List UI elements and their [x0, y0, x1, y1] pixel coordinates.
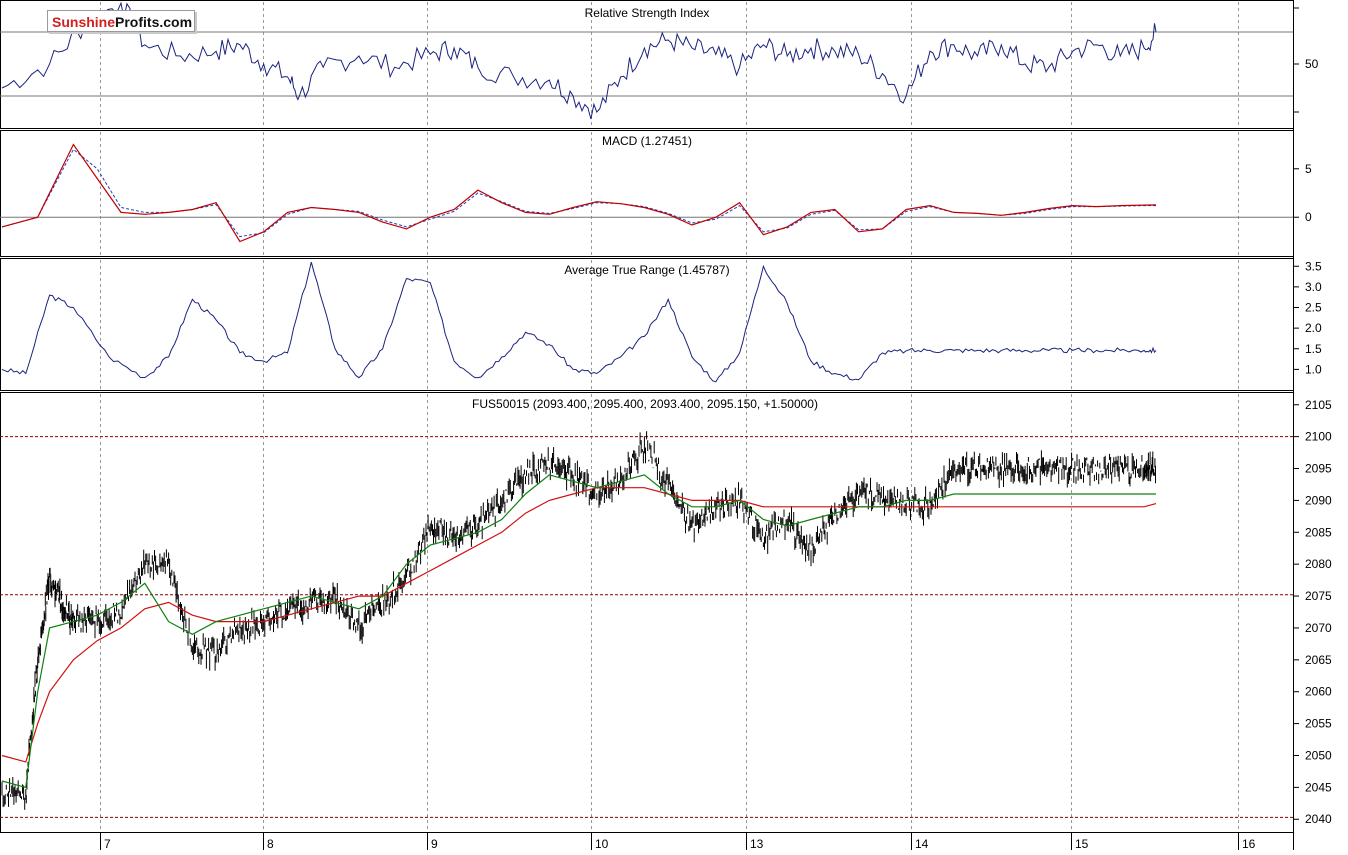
atr-tick-label-1: 3.0 — [1305, 280, 1322, 294]
macd-signal-line — [1, 148, 1156, 238]
price-tick-label-2060: 2060 — [1305, 685, 1332, 699]
atr-tick-label-0: 3.5 — [1305, 259, 1322, 273]
macd-tick-label-5: 5 — [1305, 162, 1312, 176]
macd-tick-label-0: 0 — [1305, 210, 1312, 224]
x-tick-label-13: 13 — [750, 837, 764, 850]
price-bars — [1, 431, 1156, 810]
price-tick-label-2045: 2045 — [1305, 780, 1332, 794]
x-tick-label-14: 14 — [915, 837, 929, 850]
price-tick-label-2085: 2085 — [1305, 525, 1332, 539]
rsi-tick-label-50: 50 — [1305, 57, 1319, 71]
panel-frame-2 — [0, 258, 1294, 391]
x-tick-label-9: 9 — [431, 837, 438, 850]
x-tick-label-8: 8 — [267, 837, 274, 850]
price-tick-label-2100: 2100 — [1305, 430, 1332, 444]
price-tick-label-2040: 2040 — [1305, 812, 1332, 826]
atr-tick-label-4: 1.5 — [1305, 342, 1322, 356]
macd-line — [1, 143, 1157, 243]
price-tick-label-2055: 2055 — [1305, 717, 1332, 731]
chart-window: 7 8 9 10 13 14 15 16 Relative Strength Index MACD… — [0, 0, 1348, 851]
brand-part1: Sunshine — [52, 14, 116, 30]
panel-frame-1 — [0, 130, 1294, 257]
panel-frame-3 — [0, 392, 1294, 833]
price-tick-label-2075: 2075 — [1305, 589, 1332, 603]
price-tick-label-2050: 2050 — [1305, 748, 1332, 762]
atr-tick-label-3: 2.0 — [1305, 321, 1322, 335]
price-tick-label-2080: 2080 — [1305, 557, 1332, 571]
price-tick-label-2065: 2065 — [1305, 653, 1332, 667]
x-tick-label-10: 10 — [595, 837, 609, 850]
brand-logo: SunshineProfits.com — [47, 10, 195, 32]
panel-title-0: Relative Strength Index — [585, 6, 710, 20]
atr-line — [1, 261, 1157, 383]
price-tick-label-2105: 2105 — [1305, 398, 1332, 412]
chart-canvas: 7 8 9 10 13 14 15 16 Relative Strength Index MACD… — [0, 0, 1332, 851]
price-tick-label-2070: 2070 — [1305, 621, 1332, 635]
x-tick-label-7: 7 — [104, 837, 111, 850]
fast-ma-line — [1, 474, 1156, 789]
atr-tick-label-5: 1.0 — [1305, 362, 1322, 376]
panel-title-3: FUS50015 (2093.400, 2095.400, 2093.400, … — [472, 397, 818, 411]
brand-part2: Profits.com — [115, 14, 193, 30]
x-tick-label-16: 16 — [1242, 837, 1256, 850]
price-tick-label-2090: 2090 — [1305, 493, 1332, 507]
x-tick-label-15: 15 — [1075, 837, 1089, 850]
atr-tick-label-2: 2.5 — [1305, 301, 1322, 315]
price-tick-label-2095: 2095 — [1305, 462, 1332, 476]
panel-title-2: Average True Range (1.45787) — [564, 263, 729, 277]
panel-title-1: MACD (1.27451) — [602, 134, 692, 148]
